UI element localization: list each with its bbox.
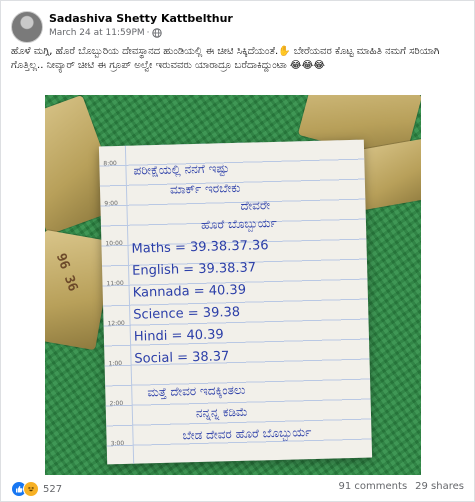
facebook-post: Sadashiva Shetty Kattbelthur March 24 at… (0, 0, 475, 502)
post-date[interactable]: March 24 at 11:59PM (49, 28, 145, 38)
reaction-count: 527 (43, 483, 63, 495)
post-stats: 91 comments 29 shares (339, 481, 464, 492)
time-mark: 1:00 (108, 359, 123, 368)
post-photo[interactable]: 96 36 8:00 9:00 10:00 11:00 12:00 1:00 2… (45, 95, 421, 475)
note-line: ಹೊರೆ ಬೊಬ್ಬುರ್ಯ (200, 215, 277, 232)
meta-separator: · (146, 28, 150, 38)
subject-score: English = 39.38.37 (131, 260, 257, 279)
haha-icon (23, 481, 39, 497)
note-line: ಪರೀಕ್ಷೆಯಲ್ಲಿ ನನಗೆ ಇಷ್ಟು (133, 161, 230, 178)
shares-count[interactable]: 29 shares (415, 481, 464, 492)
note-line: ದೇವರೇ (240, 198, 271, 213)
subject-score: Hindi = 40.39 (133, 327, 224, 345)
time-mark: 3:00 (110, 439, 125, 448)
time-mark: 9:00 (104, 200, 118, 208)
subject-score: Maths = 39.38.37.36 (131, 238, 269, 257)
author-avatar[interactable] (11, 11, 43, 43)
time-mark: 12:00 (107, 319, 125, 328)
closing-line: ಬೇಡ ದೇವರ ಹೊರೆ ಬೊಬ್ಬುರ್ಯ (182, 425, 312, 443)
comments-count[interactable]: 91 comments (339, 481, 408, 492)
time-mark: 10:00 (105, 239, 123, 248)
globe-icon (151, 28, 162, 38)
time-mark: 11:00 (106, 279, 124, 288)
author-name[interactable]: Sadashiva Shetty Kattbelthur (49, 12, 233, 25)
note-line: ಮಾರ್ಕ್ ಇರಬೇಕು (169, 180, 241, 197)
post-header: Sadashiva Shetty Kattbelthur March 24 at… (11, 11, 464, 47)
time-mark: 8:00 (103, 160, 117, 168)
post-meta: March 24 at 11:59PM · (49, 28, 162, 38)
post-caption: ಹೊಳೆ ಮಗ್ಗಿ, ಹೊರೆ ಬೊಬ್ಬುರಿಯ ದೇವಸ್ಥಾನದ ಹುಂ… (11, 46, 440, 71)
closing-line: ನನ್ನನ್ನ ಕಡಿಮೆ (195, 404, 248, 421)
reactions-summary[interactable]: 527 (11, 481, 62, 497)
post-footer: 527 91 comments 29 shares (11, 479, 464, 499)
subject-score: Kannada = 40.39 (132, 282, 247, 301)
margin-line (124, 145, 135, 464)
time-mark: 2:00 (109, 399, 124, 408)
subject-score: Social = 38.37 (134, 349, 230, 367)
handwritten-note: 8:00 9:00 10:00 11:00 12:00 1:00 2:00 3:… (98, 139, 373, 465)
subject-score: Science = 39.38 (133, 304, 241, 323)
closing-line: ಮತ್ತೆ ದೇವರ ಇದಕ್ಕಿಂತಲು (147, 382, 246, 400)
